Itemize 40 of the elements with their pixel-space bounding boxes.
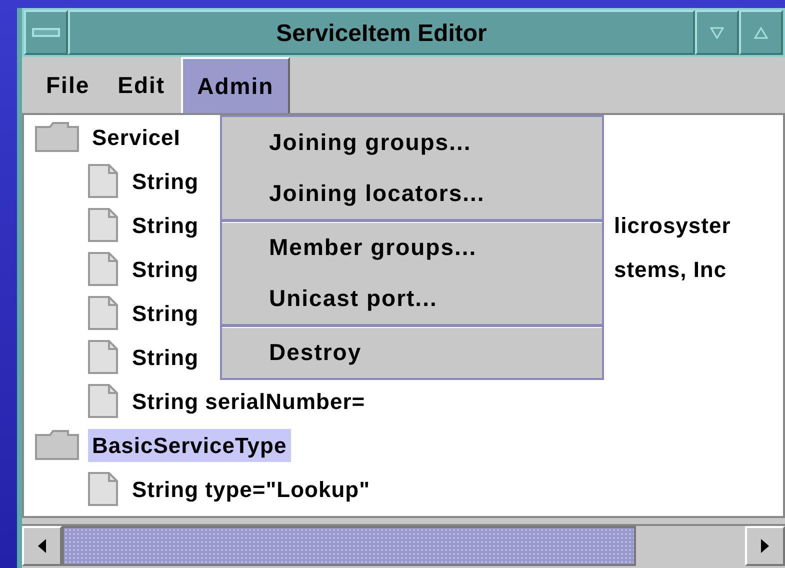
document-icon <box>86 295 120 331</box>
tree-node-text: licrosyster <box>614 212 731 240</box>
tree-node[interactable]: String serialNumber= <box>128 384 370 418</box>
window-menu-button[interactable] <box>24 10 68 55</box>
document-icon <box>86 471 120 507</box>
tree-node[interactable]: String <box>128 252 203 286</box>
scroll-right-button[interactable] <box>745 526 785 566</box>
tree-node[interactable]: String <box>128 296 203 330</box>
dash-icon <box>32 28 60 38</box>
right-arrow-icon <box>760 538 770 554</box>
menu-item[interactable]: File <box>34 57 102 113</box>
document-icon <box>86 207 120 243</box>
tree-node[interactable]: String <box>128 164 203 198</box>
minimize-button[interactable] <box>695 10 739 55</box>
triangle-down-icon <box>710 26 724 38</box>
tree-node[interactable]: String type="Lookup" <box>128 472 374 506</box>
tree-node-text: stems, Inc <box>614 256 727 284</box>
window-title: ServiceItem Editor <box>68 10 695 55</box>
folder-icon <box>34 429 80 461</box>
folder-icon <box>34 121 80 153</box>
document-icon <box>86 339 120 375</box>
tree-node[interactable]: String <box>128 208 203 242</box>
menu-item[interactable]: Admin <box>181 57 290 113</box>
document-icon <box>86 251 120 287</box>
menu-option[interactable]: Destroy <box>222 327 602 378</box>
menu-option[interactable]: Member groups... <box>222 222 602 273</box>
document-icon <box>86 383 120 419</box>
menu-item[interactable]: Edit <box>106 57 178 113</box>
tree-node[interactable]: ServiceI <box>88 120 184 154</box>
menu-option[interactable]: Joining groups... <box>222 117 602 168</box>
scroll-left-button[interactable] <box>22 526 62 566</box>
triangle-up-icon <box>754 26 768 38</box>
left-arrow-icon <box>37 538 47 554</box>
menu-option[interactable]: Joining locators... <box>222 168 602 219</box>
scroll-thumb[interactable] <box>62 526 636 566</box>
menu-option[interactable]: Unicast port... <box>222 273 602 324</box>
document-icon <box>86 163 120 199</box>
tree-node[interactable]: String <box>128 340 203 374</box>
tree-node[interactable]: BasicServiceType <box>88 428 291 462</box>
maximize-button[interactable] <box>739 10 783 55</box>
